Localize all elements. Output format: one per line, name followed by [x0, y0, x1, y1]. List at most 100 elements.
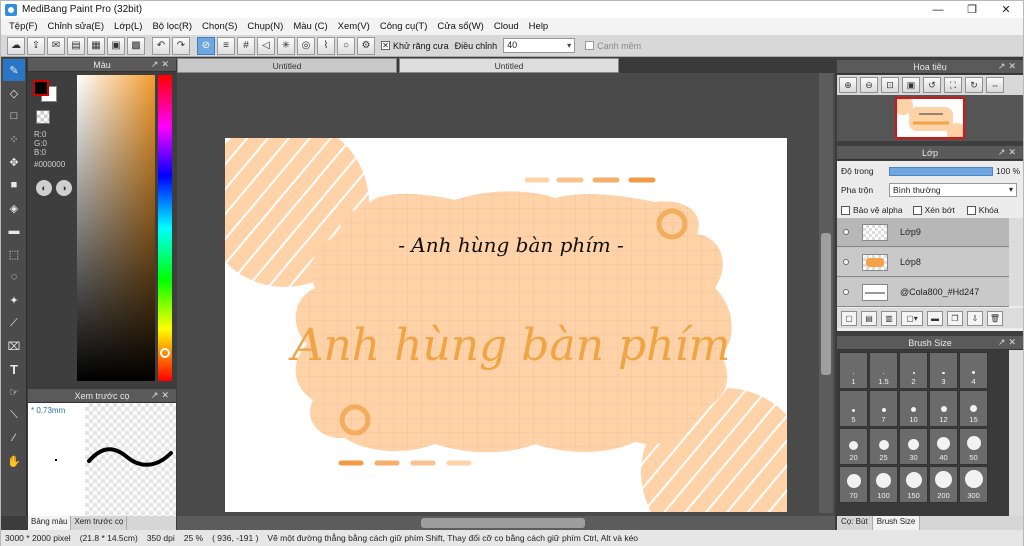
divide-tool-icon[interactable]: ⟍ [3, 404, 25, 426]
select-eraser-tool-icon[interactable]: ⌧ [3, 335, 25, 357]
close-button[interactable]: ✕ [989, 1, 1023, 18]
visibility-eye-icon[interactable] [843, 289, 849, 295]
brush-size-cell[interactable]: 15 [959, 390, 988, 427]
lasso-tool-icon[interactable]: ◌ [3, 266, 25, 288]
zoom-in-icon[interactable]: ⊕ [839, 77, 857, 93]
minimize-button[interactable]: — [921, 1, 955, 18]
document-icon[interactable]: ▦ [87, 36, 105, 55]
brush-size-cell[interactable]: 2 [899, 352, 928, 389]
menu-view[interactable]: Xem(V) [333, 21, 375, 32]
brush-size-cell[interactable]: 300 [959, 466, 988, 503]
visibility-eye-icon[interactable] [843, 259, 849, 265]
canvas-vertical-scroll-thumb[interactable] [821, 233, 831, 375]
brush-size-cell[interactable]: 40 [929, 428, 958, 465]
brush-size-cell[interactable]: 10 [899, 390, 928, 427]
brush-size-cell[interactable]: 7 [869, 390, 898, 427]
new-file-icon[interactable]: ▤ [67, 36, 85, 55]
new-halftone-layer-icon[interactable]: ▤ [861, 310, 877, 326]
new-layer-icon[interactable]: ▢ [841, 310, 857, 326]
brush-size-cell[interactable]: 1 [839, 352, 868, 389]
brush-size-cell[interactable]: 1.5 [869, 352, 898, 389]
brush-size-cell[interactable]: 5 [839, 390, 868, 427]
panel-float-close-icon[interactable]: ↗✕ [998, 337, 1019, 348]
rotate-left-icon[interactable]: ↺ [923, 77, 941, 93]
menu-capture[interactable]: Chụp(N) [242, 21, 288, 32]
menu-color[interactable]: Màu (C) [288, 21, 332, 32]
eyedropper-tool-icon[interactable]: ⁄ [3, 427, 25, 449]
panel-float-close-icon[interactable]: ↗✕ [151, 390, 172, 401]
adjust-select[interactable]: 40 [503, 38, 576, 53]
tab-brush-preview[interactable]: Xem trước cọ [71, 516, 128, 530]
brush-tool-icon[interactable]: ✎ [3, 59, 25, 81]
comment-icon[interactable]: ✉ [47, 36, 65, 55]
cloud-icon[interactable]: ☁ [7, 36, 25, 55]
hand-tool-icon[interactable]: ✋ [3, 450, 25, 472]
drawing-canvas[interactable]: - Anh hùng bàn phím - Anh hùng bàn phím [225, 138, 787, 512]
soft-edge-checkbox[interactable] [585, 41, 595, 50]
menu-select[interactable]: Chọn(S) [197, 21, 242, 32]
layer-list-scrollbar[interactable] [1009, 218, 1023, 306]
hue-slider-handle[interactable] [160, 348, 170, 358]
brush-size-cell[interactable]: 100 [869, 466, 898, 503]
new-8bit-layer-icon[interactable]: ▥ [881, 310, 897, 326]
menu-file[interactable]: Tệp(F) [4, 21, 43, 32]
duplicate-layer-icon[interactable]: ❐ [947, 310, 963, 326]
add-layer-dropdown-icon[interactable]: ▢▾ [901, 310, 923, 326]
snap-curve-icon[interactable]: ⌇ [317, 36, 335, 55]
menu-help[interactable]: Help [524, 21, 554, 32]
tab-color-palette[interactable]: Bảng màu [28, 516, 72, 530]
dot-tool-icon[interactable]: ⁘ [3, 128, 25, 150]
palette-settings-icon[interactable]: ◑ [56, 180, 72, 196]
move-tool-icon[interactable]: ✥ [3, 151, 25, 173]
text-tool-icon[interactable]: T [3, 358, 25, 380]
brush-size-cell[interactable]: 4 [959, 352, 988, 389]
snap-circle-icon[interactable]: ◎ [297, 36, 315, 55]
menu-tools[interactable]: Công cụ(T) [375, 21, 433, 32]
doc-tab-1[interactable]: Untitled [177, 58, 397, 73]
redo-icon[interactable]: ↷ [172, 36, 190, 55]
snap-perspective-icon[interactable]: ◁ [257, 36, 275, 55]
protect-alpha-checkbox[interactable] [841, 205, 850, 215]
hue-slider[interactable] [158, 75, 172, 381]
panel-float-close-icon[interactable]: ↗✕ [151, 59, 172, 70]
save-icon[interactable]: ▣ [107, 36, 125, 55]
foreground-color-swatch[interactable] [33, 80, 49, 96]
tab-brush[interactable]: Cọ: Bút [837, 516, 873, 530]
brush-size-cell[interactable]: 30 [899, 428, 928, 465]
clipping-checkbox[interactable] [912, 205, 922, 215]
rectangle-tool-icon[interactable]: □ [3, 105, 25, 127]
saturation-value-picker[interactable] [77, 75, 155, 381]
merge-down-icon[interactable]: ⇩ [967, 310, 983, 326]
navigator-thumbnail[interactable] [893, 95, 967, 143]
brush-size-cell[interactable]: 50 [959, 428, 988, 465]
transparent-color-swatch[interactable] [36, 110, 50, 124]
maximize-button[interactable]: ❐ [955, 1, 989, 18]
brush-size-cell[interactable]: 12 [929, 390, 958, 427]
snap-off-icon[interactable]: ⊘ [197, 36, 215, 55]
brush-size-cell[interactable]: 200 [929, 466, 958, 503]
fit-screen-icon[interactable]: ⛶ [944, 77, 962, 93]
lock-checkbox[interactable] [966, 205, 976, 215]
menu-edit[interactable]: Chỉnh sửa(E) [43, 21, 110, 32]
menu-filter[interactable]: Bộ lọc(R) [147, 21, 197, 32]
brush-size-cell[interactable]: 70 [839, 466, 868, 503]
brush-size-cell[interactable]: 3 [929, 352, 958, 389]
brush-size-scrollbar[interactable] [1009, 350, 1023, 516]
antialias-checkbox[interactable]: ✕ [381, 41, 390, 50]
snap-radial-icon[interactable]: ✳ [277, 36, 295, 55]
snap-grid-icon[interactable]: # [237, 36, 255, 55]
upload-icon[interactable]: ⇪ [27, 36, 45, 55]
actual-size-icon[interactable]: ▣ [902, 77, 920, 93]
magic-wand-tool-icon[interactable]: ✦ [3, 289, 25, 311]
fit-window-icon[interactable]: ⊡ [881, 77, 899, 93]
snap-settings-icon[interactable]: ⚙ [357, 36, 375, 55]
snap-parallel-icon[interactable]: ≡ [217, 36, 235, 55]
rotate-right-icon[interactable]: ↻ [965, 77, 983, 93]
zoom-out-icon[interactable]: ⊖ [860, 77, 878, 93]
brush-size-cell[interactable]: 20 [839, 428, 868, 465]
layer-row[interactable]: Lớp8 [837, 248, 1009, 277]
panel-float-close-icon[interactable]: ↗✕ [998, 147, 1019, 158]
bucket-tool-icon[interactable]: ◈ [3, 197, 25, 219]
select-rect-tool-icon[interactable]: ⬚ [3, 243, 25, 265]
doc-tab-2[interactable]: Untitled [399, 58, 619, 73]
